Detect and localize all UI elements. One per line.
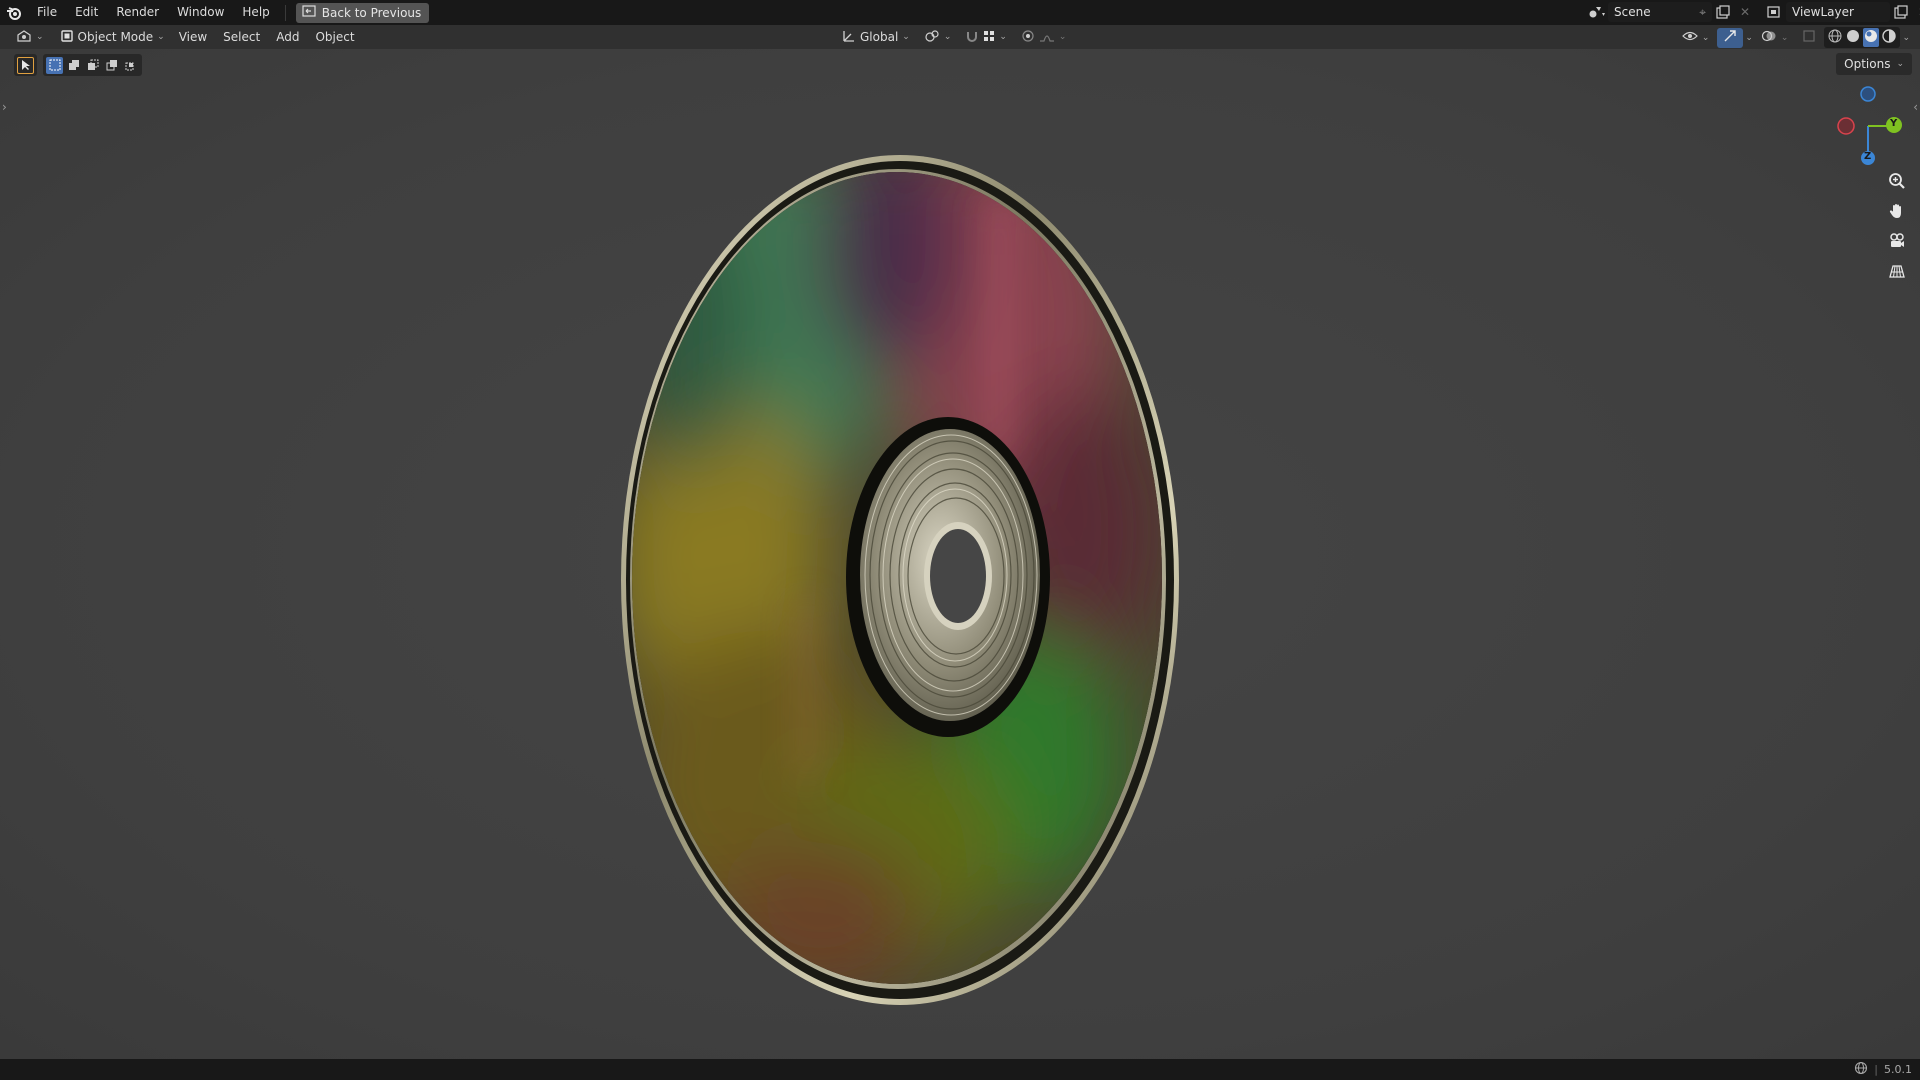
- close-icon[interactable]: ✕: [1912, 2, 1920, 22]
- select-intersect-icon[interactable]: [122, 57, 139, 74]
- object-mode-icon: [60, 29, 74, 46]
- chevron-right-icon[interactable]: ›: [2, 100, 7, 114]
- active-tool-box: [14, 54, 37, 76]
- gizmo-z-label: Z: [1864, 151, 1872, 162]
- mode-dropdown[interactable]: Object Mode ⌄: [54, 27, 171, 47]
- wireframe-shading-icon[interactable]: [1827, 28, 1843, 47]
- network-globe-icon[interactable]: [1854, 1061, 1868, 1078]
- editor-type-dropdown[interactable]: ⌄: [10, 27, 50, 47]
- pin-icon[interactable]: ⌖: [1699, 5, 1706, 20]
- menu-object[interactable]: Object: [307, 30, 362, 44]
- chevron-down-icon[interactable]: ⌄: [1902, 33, 1910, 43]
- zoom-icon[interactable]: [1884, 168, 1910, 194]
- proportional-edit-icon: [1021, 29, 1035, 46]
- select-extend-icon[interactable]: [65, 57, 82, 74]
- transform-orientation-dropdown[interactable]: Global ⌄: [836, 27, 916, 47]
- chevron-down-icon: ⌄: [157, 32, 165, 42]
- chevron-down-icon: ⌄: [943, 32, 952, 42]
- menu-edit[interactable]: Edit: [66, 0, 107, 25]
- magnet-icon: [965, 29, 979, 46]
- back-button-label: Back to Previous: [321, 5, 422, 20]
- overlays-icon: [1761, 29, 1777, 46]
- status-divider: |: [1874, 1063, 1878, 1076]
- gizmo-toggle[interactable]: [1717, 27, 1744, 48]
- menu-file[interactable]: File: [28, 0, 66, 25]
- select-subtract-icon[interactable]: [84, 57, 101, 74]
- menu-window[interactable]: Window: [168, 0, 233, 25]
- eye-selectability-icon: [1681, 29, 1698, 46]
- gizmo-icon: [1723, 29, 1737, 46]
- view-layer-name: ViewLayer: [1792, 5, 1854, 19]
- 3d-viewport[interactable]: › ‹: [0, 49, 1920, 1059]
- chevron-down-icon[interactable]: ⌄: [1745, 33, 1753, 43]
- navigation-gizmo[interactable]: Y Z: [1832, 82, 1912, 172]
- top-bar: File Edit Render Window Help Back to Pre…: [0, 0, 1920, 25]
- view-layer-selector: ViewLayer ✕: [1764, 2, 1920, 22]
- scene-selector: Scene ⌖ ✕: [1586, 2, 1756, 22]
- solid-shading-icon[interactable]: [1845, 28, 1861, 47]
- transform-tools: Global ⌄ ⌄ ⌄ ⌄: [836, 27, 1072, 47]
- options-dropdown[interactable]: Options ⌄: [1836, 53, 1912, 75]
- chevron-left-icon[interactable]: ‹: [1913, 100, 1918, 114]
- blender-logo-icon[interactable]: [0, 0, 28, 25]
- back-to-previous-button[interactable]: Back to Previous: [295, 2, 430, 23]
- chevron-down-icon: ⌄: [36, 32, 44, 42]
- rendered-shading-icon[interactable]: [1881, 28, 1897, 47]
- editor-type-icon: [16, 29, 32, 46]
- snap-dropdown[interactable]: ⌄: [959, 27, 1013, 47]
- camera-view-icon[interactable]: [1884, 228, 1910, 254]
- chevron-down-icon: ⌄: [1701, 32, 1710, 43]
- scene-icon[interactable]: [1586, 2, 1608, 22]
- new-view-layer-icon[interactable]: [1890, 2, 1912, 22]
- pivot-icon: [924, 29, 940, 46]
- shading-tools: ⌄ ⌄ ⌄ ⌄: [1676, 27, 1910, 48]
- select-new-icon[interactable]: [46, 56, 63, 74]
- scene-name-field[interactable]: Scene ⌖: [1608, 2, 1712, 22]
- visibility-dropdown[interactable]: ⌄: [1676, 28, 1716, 48]
- version-label: 5.0.1: [1884, 1063, 1912, 1076]
- back-icon: [302, 5, 316, 20]
- menu-select[interactable]: Select: [215, 30, 268, 44]
- proportional-edit-dropdown[interactable]: ⌄: [1015, 27, 1073, 47]
- snap-grid-icon: [983, 30, 995, 45]
- pivot-dropdown[interactable]: ⌄: [918, 27, 958, 47]
- ortho-grid-icon[interactable]: [1884, 258, 1910, 284]
- viewport-header: ⌄ Object Mode ⌄ View Select Add Object G…: [0, 25, 1920, 49]
- new-scene-icon[interactable]: [1712, 2, 1734, 22]
- status-bar: | 5.0.1: [0, 1059, 1920, 1080]
- orientation-icon: [842, 29, 856, 46]
- chevron-down-icon: ⌄: [1896, 59, 1904, 69]
- select-cursor-icon[interactable]: [17, 56, 34, 74]
- scene-name: Scene: [1614, 5, 1651, 19]
- overlays-toggle[interactable]: ⌄: [1755, 28, 1795, 48]
- xray-toggle[interactable]: [1796, 28, 1822, 48]
- xray-icon: [1802, 29, 1816, 46]
- menu-add[interactable]: Add: [268, 30, 307, 44]
- chevron-down-icon: ⌄: [902, 32, 910, 42]
- select-difference-icon[interactable]: [103, 57, 120, 74]
- close-icon[interactable]: ✕: [1734, 2, 1756, 22]
- mode-label: Object Mode: [77, 30, 154, 44]
- view-layer-name-field[interactable]: ViewLayer: [1786, 2, 1890, 22]
- menu-help[interactable]: Help: [233, 0, 278, 25]
- select-mode-group: [43, 54, 142, 76]
- shading-mode-group: [1824, 27, 1901, 48]
- chevron-down-icon: ⌄: [1780, 32, 1789, 43]
- selection-tools: [14, 54, 142, 76]
- orientation-label: Global: [860, 30, 899, 44]
- menu-view[interactable]: View: [171, 30, 215, 44]
- menu-render[interactable]: Render: [107, 0, 168, 25]
- gizmo-y-label: Y: [1890, 118, 1898, 129]
- chevron-down-icon: ⌄: [1058, 32, 1067, 42]
- chevron-down-icon: ⌄: [999, 32, 1007, 42]
- cd-disc-object[interactable]: [0, 49, 1920, 1059]
- options-label: Options: [1844, 57, 1891, 71]
- falloff-icon: [1039, 30, 1055, 45]
- hand-pan-icon[interactable]: [1884, 198, 1910, 224]
- material-preview-shading-icon[interactable]: [1863, 28, 1880, 47]
- divider: [284, 4, 286, 21]
- view-layer-icon[interactable]: [1764, 2, 1786, 22]
